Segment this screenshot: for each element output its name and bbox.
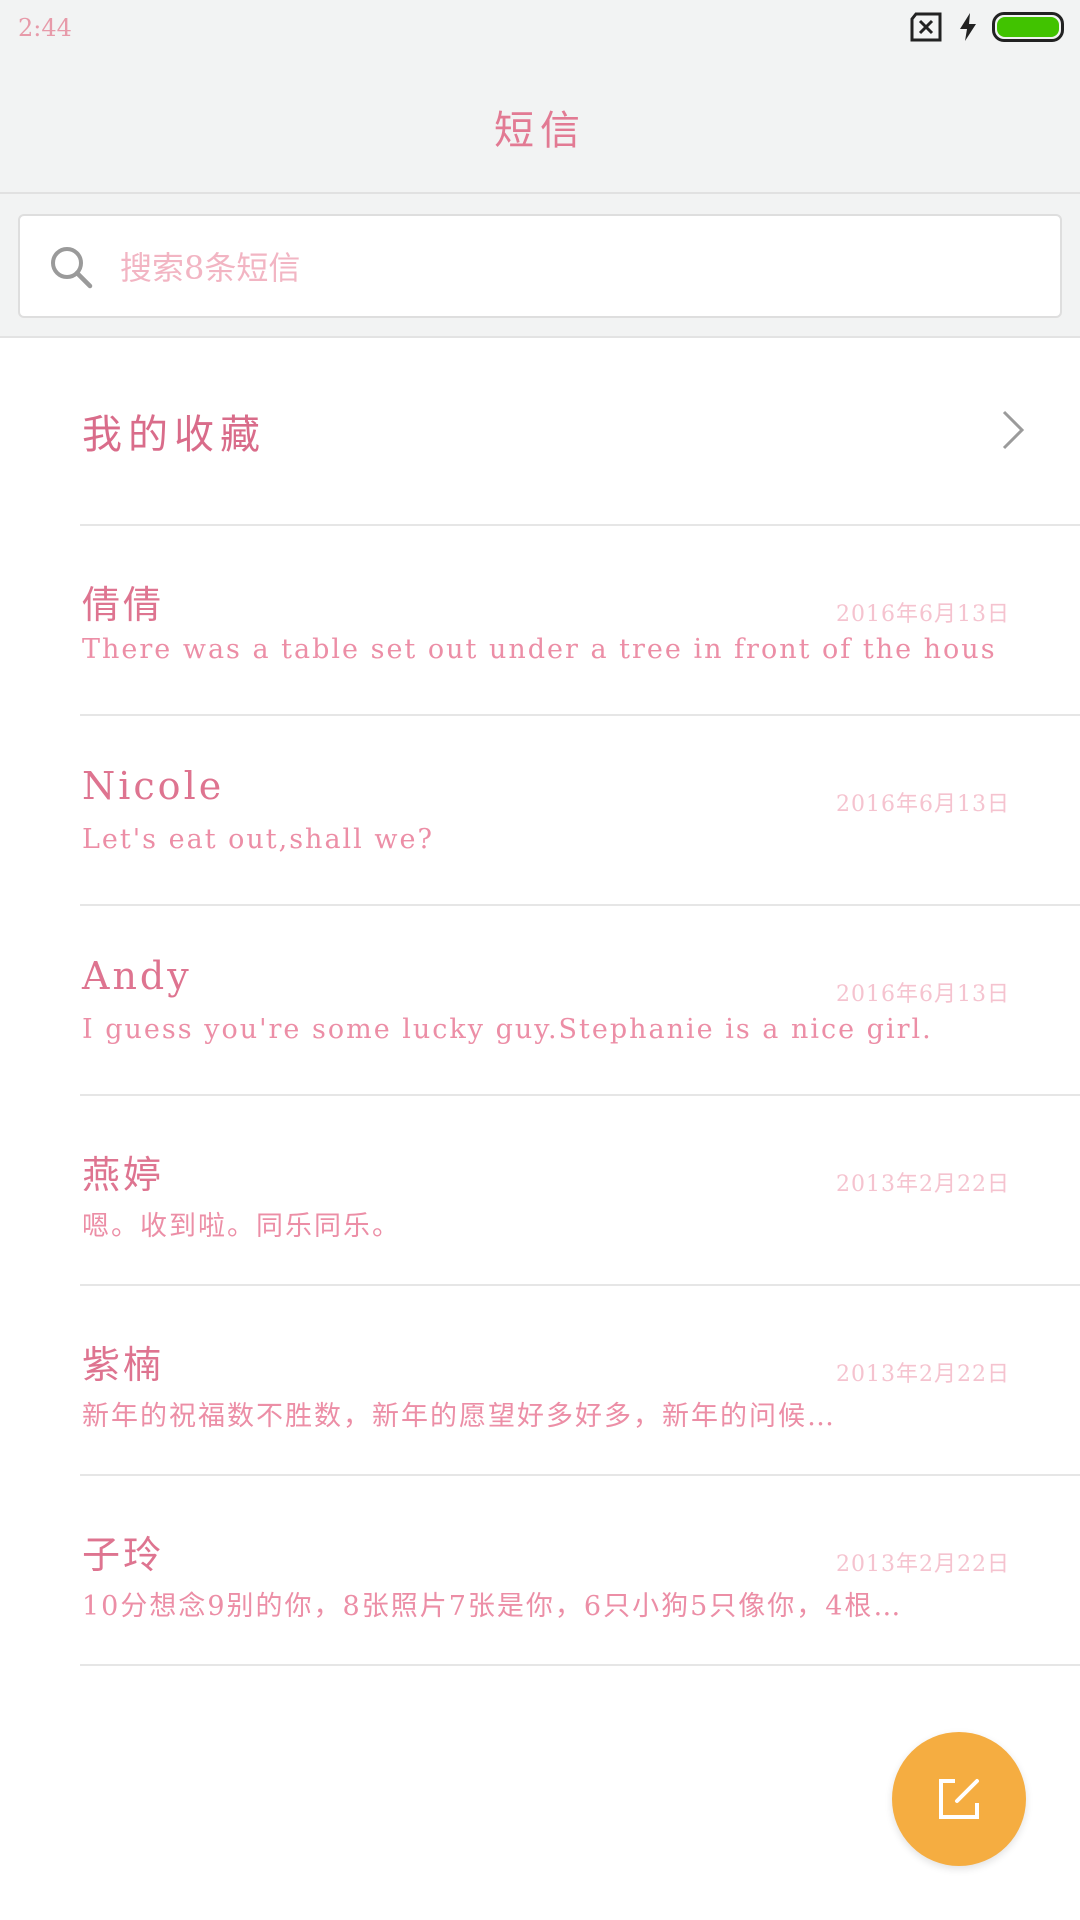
message-date: 2016年6月13日 (836, 792, 1010, 817)
message-row[interactable]: 紫楠 2013年2月22日 新年的祝福数不胜数，新年的愿望好多好多，新年的问候… (80, 1286, 1080, 1476)
header: 短信 (0, 60, 1080, 194)
contact-name: 紫楠 (82, 1343, 165, 1387)
message-preview: 10分想念9别的你，8张照片7张是你，6只小狗5只像你，4根… (82, 1591, 903, 1622)
contact-name: 燕婷 (82, 1153, 165, 1197)
contact-name: 倩倩 (82, 583, 165, 627)
battery-level (997, 17, 1059, 37)
search-icon (51, 247, 93, 289)
compose-icon (939, 1779, 979, 1819)
favorites-label: 我的收藏 (82, 412, 266, 458)
chevron-right-icon (1002, 410, 1025, 450)
status-time: 2:44 (18, 14, 72, 42)
message-list: 我的收藏 倩倩 2016年6月13日 There was a table set… (0, 338, 1080, 1666)
contact-name: Andy (82, 954, 192, 998)
contact-name: 子玲 (82, 1533, 165, 1577)
compose-button[interactable] (892, 1732, 1026, 1866)
search-area (0, 194, 1080, 338)
contact-name: Nicole (82, 764, 225, 808)
page-title: 短信 (494, 108, 586, 154)
search-box[interactable] (18, 214, 1062, 318)
message-row[interactable]: 子玲 2013年2月22日 10分想念9别的你，8张照片7张是你，6只小狗5只像… (80, 1476, 1080, 1666)
message-preview: 新年的祝福数不胜数，新年的愿望好多好多，新年的问候… (82, 1401, 836, 1432)
message-date: 2016年6月13日 (836, 982, 1010, 1007)
message-row[interactable]: 燕婷 2013年2月22日 嗯。收到啦。同乐同乐。 (80, 1096, 1080, 1286)
message-date: 2013年2月22日 (836, 1552, 1010, 1577)
message-date: 2013年2月22日 (836, 1362, 1010, 1387)
message-date: 2016年6月13日 (836, 602, 1010, 627)
favorites-row[interactable]: 我的收藏 (80, 338, 1080, 526)
status-bar: 2:44 (0, 0, 1080, 60)
message-row[interactable]: Nicole 2016年6月13日 Let's eat out,shall we… (80, 716, 1080, 906)
search-input[interactable] (118, 246, 1018, 290)
sim-off-icon (910, 12, 942, 42)
message-preview: There was a table set out under a tree i… (82, 634, 997, 665)
status-icons (908, 12, 1064, 42)
message-date: 2013年2月22日 (836, 1172, 1010, 1197)
battery-icon (992, 12, 1064, 42)
message-preview: Let's eat out,shall we? (82, 824, 434, 855)
message-preview: 嗯。收到啦。同乐同乐。 (82, 1211, 401, 1242)
message-row[interactable]: 倩倩 2016年6月13日 There was a table set out … (80, 526, 1080, 716)
charging-icon (960, 13, 976, 41)
message-preview: I guess you're some lucky guy.Stephanie … (82, 1014, 933, 1045)
message-row[interactable]: Andy 2016年6月13日 I guess you're some luck… (80, 906, 1080, 1096)
